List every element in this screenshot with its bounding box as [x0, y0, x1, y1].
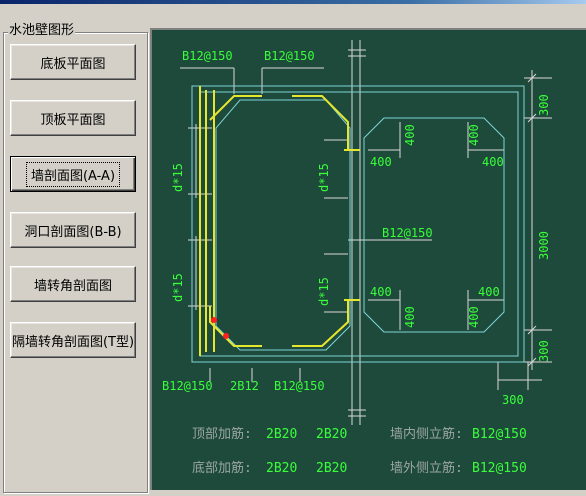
rebar-label-bottom-right: B12@150 — [274, 379, 325, 393]
wall-corner-section-button[interactable]: 墙转角剖面图 — [10, 266, 136, 302]
rebar-label-top-left: B12@150 — [182, 49, 233, 63]
spacing-label-upper: d*15 — [171, 163, 185, 192]
summary-top-value-2: 2B20 — [316, 427, 347, 442]
summary-inner-value: B12@150 — [472, 427, 527, 442]
dim-label-400-b: 400 — [403, 124, 417, 146]
dimension-lines — [180, 40, 552, 425]
floor-plan-button[interactable]: 底板平面图 — [10, 44, 136, 80]
dim-label-400-d: 400 — [482, 155, 504, 169]
reinforcement-summary: 顶部加筋: 2B20 2B20 底部加筋: 2B20 2B20 墙内侧立筋: B… — [192, 426, 527, 476]
roof-plan-button[interactable]: 顶板平面图 — [10, 100, 136, 136]
spacing-label-upper-inner: d*15 — [317, 163, 331, 192]
spacing-label-lower: d*15 — [171, 273, 185, 302]
section-drawing: B12@150 B12@150 B12@150 B12@150 2B12 B12… — [162, 40, 552, 476]
dim-label-300-horizontal: 300 — [502, 393, 524, 407]
summary-top-label: 顶部加筋: — [192, 426, 252, 442]
dim-label-3000: 3000 — [537, 231, 551, 260]
rebar-label-bottom-mid: 2B12 — [230, 379, 259, 393]
window-title-strip — [0, 0, 586, 4]
dim-label-400-c: 400 — [467, 124, 481, 146]
dim-label-400-f: 400 — [403, 306, 417, 328]
rebar-lines — [199, 86, 360, 356]
summary-outer-value: B12@150 — [472, 461, 527, 476]
dim-label-400-e: 400 — [370, 285, 392, 299]
summary-top-value-1: 2B20 — [266, 427, 297, 442]
spacing-label-lower-inner: d*15 — [317, 277, 331, 306]
drawing-labels: B12@150 B12@150 B12@150 B12@150 2B12 B12… — [162, 49, 551, 407]
dim-label-300-bottom: 300 — [537, 340, 551, 362]
summary-bottom-value-1: 2B20 — [266, 461, 297, 476]
summary-inner-label: 墙内侧立筋: — [390, 426, 463, 442]
summary-outer-label: 墙外侧立筋: — [390, 460, 463, 476]
summary-bottom-value-2: 2B20 — [316, 461, 347, 476]
dim-label-400-a: 400 — [370, 155, 392, 169]
drawing-canvas[interactable]: B12@150 B12@150 B12@150 B12@150 2B12 B12… — [150, 28, 586, 490]
dim-label-400-g: 400 — [467, 306, 481, 328]
dim-label-400-h: 400 — [478, 285, 500, 299]
rebar-label-mid-right: B12@150 — [382, 226, 433, 240]
summary-bottom-label: 底部加筋: — [192, 460, 252, 476]
dim-label-300-top: 300 — [537, 94, 551, 116]
partition-corner-section-button[interactable]: 隔墙转角剖面图(T型) — [10, 322, 136, 358]
rebar-label-top-right: B12@150 — [264, 49, 315, 63]
group-title: 水池壁图形 — [8, 23, 76, 39]
rebar-label-bottom-left: B12@150 — [162, 379, 213, 393]
wall-section-button[interactable]: 墙剖面图(A-A) — [10, 156, 136, 192]
opening-section-button[interactable]: 洞口剖面图(B-B) — [10, 212, 136, 248]
